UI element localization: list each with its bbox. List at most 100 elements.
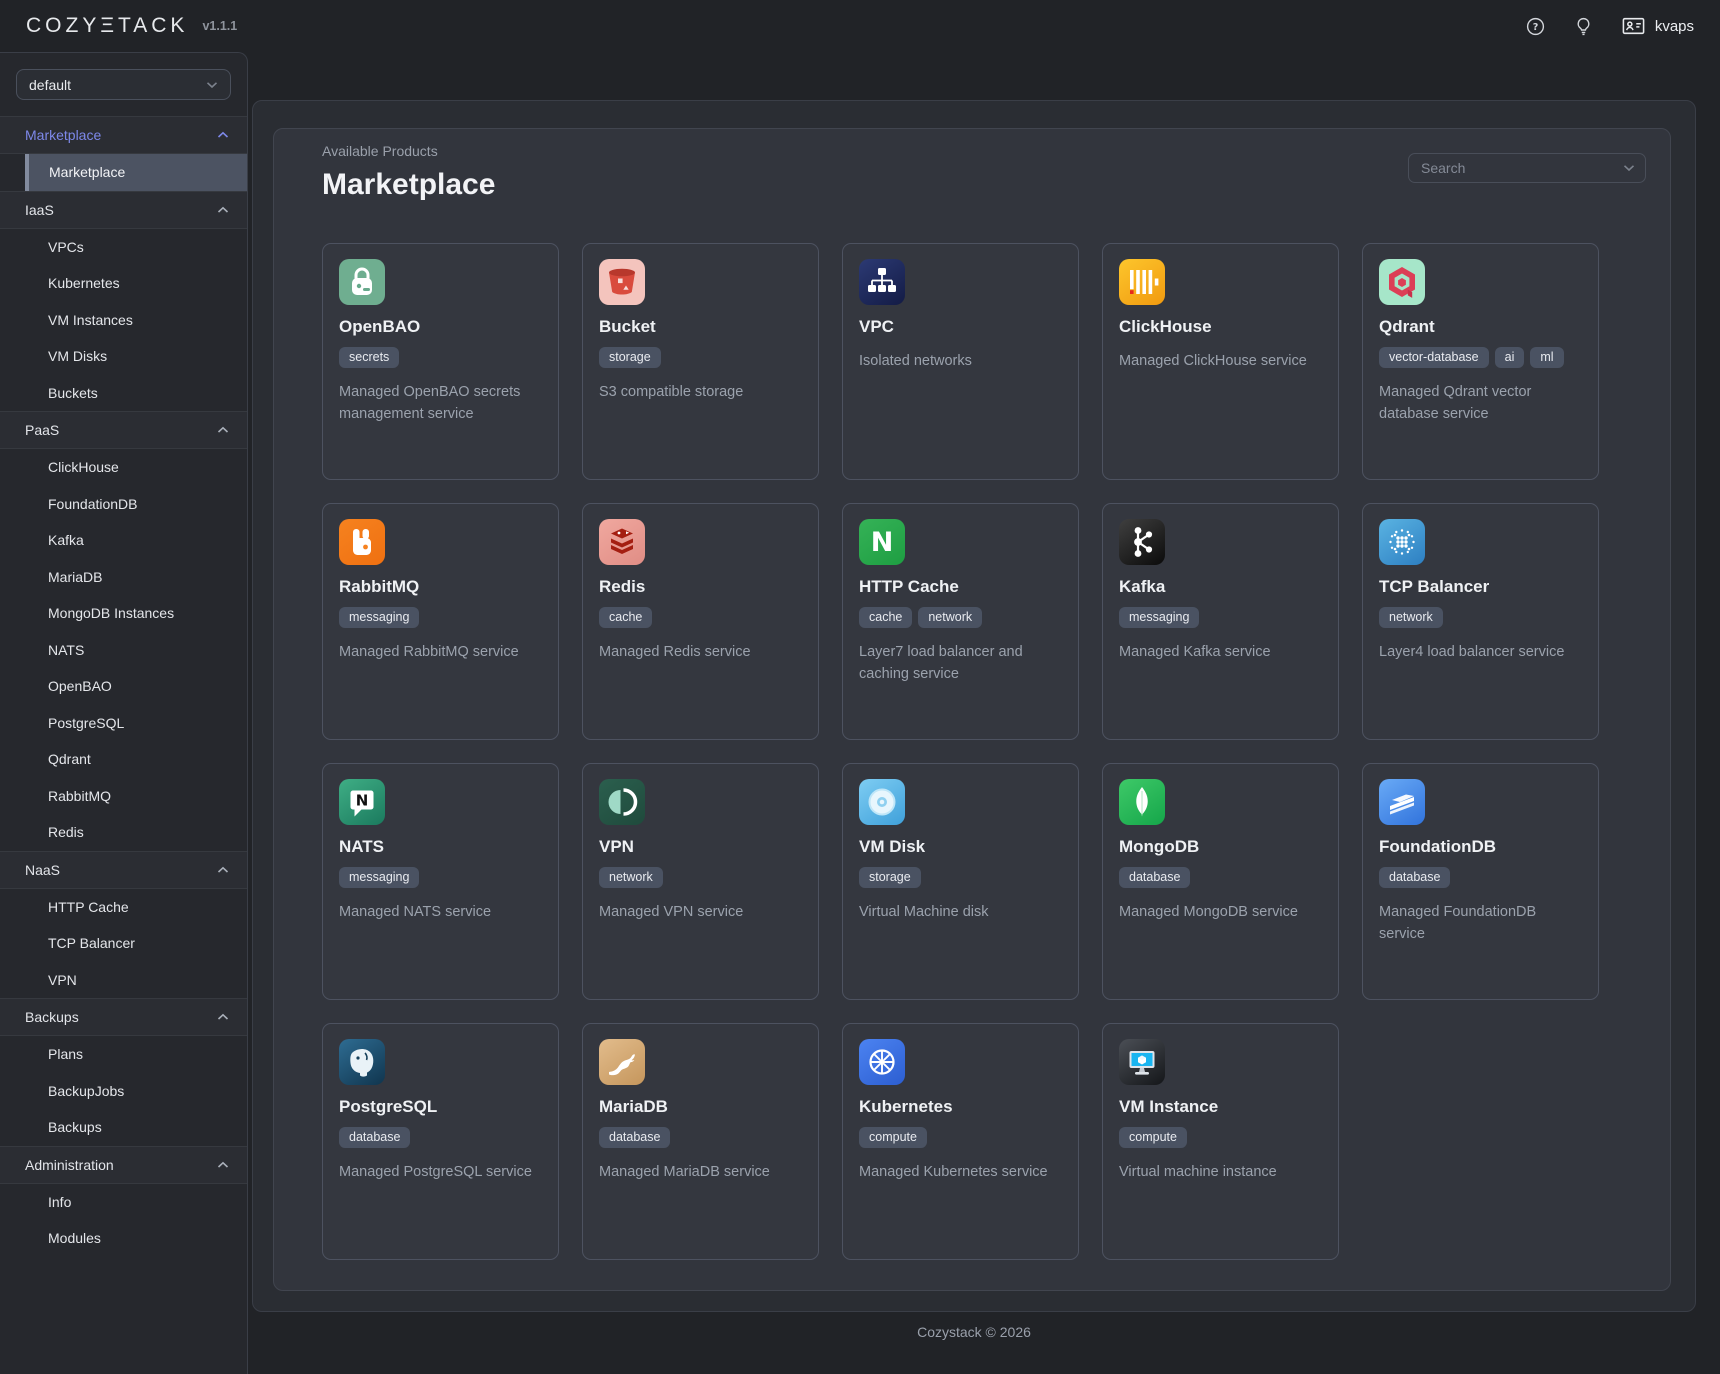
content-panel: Available Products Marketplace OpenBAOse… — [273, 128, 1671, 1291]
sidebar-item-rabbitmq[interactable]: RabbitMQ — [0, 778, 247, 815]
product-description: Managed MariaDB service — [599, 1161, 802, 1183]
chevron-down-icon — [206, 81, 218, 89]
product-card-tcp-balancer[interactable]: TCP BalancernetworkLayer4 load balancer … — [1362, 503, 1599, 740]
sidebar-item-redis[interactable]: Redis — [0, 814, 247, 851]
sidebar-item-postgresql[interactable]: PostgreSQL — [0, 705, 247, 742]
product-card-vpn[interactable]: VPN network Managed VPN service — [582, 763, 819, 1000]
sidebar-item-vm-instances[interactable]: VM Instances — [0, 302, 247, 339]
sidebar-item-qdrant[interactable]: Qdrant — [0, 741, 247, 778]
svg-text:N: N — [356, 792, 369, 810]
sidebar-item-openbao[interactable]: OpenBAO — [0, 668, 247, 705]
product-card-vm-disk[interactable]: VM DiskstorageVirtual Machine disk — [842, 763, 1079, 1000]
chevron-up-icon — [217, 131, 229, 139]
product-card-http-cache[interactable]: NHTTP CachecachenetworkLayer7 load balan… — [842, 503, 1079, 740]
product-card-qdrant[interactable]: Qdrantvector-databaseaimlManaged Qdrant … — [1362, 243, 1599, 480]
product-description: Managed Kafka service — [1119, 641, 1322, 663]
chevron-up-icon — [217, 1013, 229, 1021]
product-title: VM Disk — [859, 837, 1062, 857]
sidebar-item-vpn[interactable]: VPN — [0, 962, 247, 999]
product-tags: network — [1379, 607, 1582, 628]
tag-database: database — [339, 1127, 410, 1148]
product-card-foundationdb[interactable]: FoundationDBdatabaseManaged FoundationDB… — [1362, 763, 1599, 1000]
product-description: Managed NATS service — [339, 901, 542, 923]
sidebar-section-paas[interactable]: PaaS — [0, 411, 247, 449]
product-card-mongodb[interactable]: MongoDBdatabaseManaged MongoDB service — [1102, 763, 1339, 1000]
section-label: NaaS — [25, 862, 60, 878]
sidebar-item-mongodb-instances[interactable]: MongoDB Instances — [0, 595, 247, 632]
sidebar-item-backups[interactable]: Backups — [0, 1109, 247, 1146]
product-card-openbao[interactable]: OpenBAO secrets Managed OpenBAO secrets ma… — [322, 243, 559, 480]
sidebar-item-info[interactable]: Info — [0, 1184, 247, 1221]
app-version: v1.1.1 — [202, 19, 237, 33]
product-card-rabbitmq[interactable]: RabbitMQmessagingManaged RabbitMQ servic… — [322, 503, 559, 740]
sidebar-section-backups[interactable]: Backups — [0, 998, 247, 1036]
product-card-mariadb[interactable]: MariaDBdatabaseManaged MariaDB service — [582, 1023, 819, 1260]
sidebar-item-kubernetes[interactable]: Kubernetes — [0, 265, 247, 302]
sidebar-section-iaas[interactable]: IaaS — [0, 191, 247, 229]
sidebar-item-backupjobs[interactable]: BackupJobs — [0, 1073, 247, 1110]
product-tags: database — [599, 1127, 802, 1148]
tag-network: network — [918, 607, 982, 628]
product-card-vm-instance[interactable]: VM InstancecomputeVirtual machine instan… — [1102, 1023, 1339, 1260]
lightbulb-icon[interactable] — [1573, 16, 1594, 37]
section-label: IaaS — [25, 202, 54, 218]
sidebar-item-modules[interactable]: Modules — [0, 1220, 247, 1257]
svg-text:N: N — [871, 527, 894, 558]
product-card-postgresql[interactable]: PostgreSQLdatabaseManaged PostgreSQL ser… — [322, 1023, 559, 1260]
sidebar-section-naas[interactable]: NaaS — [0, 851, 247, 889]
product-card-clickhouse[interactable]: ClickHouseManaged ClickHouse service — [1102, 243, 1339, 480]
tag-database: database — [599, 1127, 670, 1148]
sidebar-item-clickhouse[interactable]: ClickHouse — [0, 449, 247, 486]
kafka-logo-icon — [1119, 519, 1165, 565]
vm-disk-logo-icon — [859, 779, 905, 825]
product-title: OpenBAO — [339, 317, 542, 337]
tag-cache: cache — [859, 607, 912, 628]
product-tags: network — [599, 867, 802, 888]
chevron-up-icon — [217, 206, 229, 214]
sidebar-item-buckets[interactable]: Buckets — [0, 375, 247, 412]
sidebar-item-mariadb[interactable]: MariaDB — [0, 559, 247, 596]
sidebar-section-marketplace[interactable]: Marketplace — [0, 116, 247, 154]
product-description: Managed OpenBAO secrets management servi… — [339, 381, 542, 425]
product-card-kubernetes[interactable]: KubernetescomputeManaged Kubernetes serv… — [842, 1023, 1079, 1260]
product-title: Qdrant — [1379, 317, 1582, 337]
product-title: FoundationDB — [1379, 837, 1582, 857]
product-description: Managed VPN service — [599, 901, 802, 923]
product-description: Managed Kubernetes service — [859, 1161, 1062, 1183]
sidebar-item-plans[interactable]: Plans — [0, 1036, 247, 1073]
project-select[interactable]: default — [16, 69, 231, 100]
product-card-redis[interactable]: RediscacheManaged Redis service — [582, 503, 819, 740]
sidebar-item-tcp-balancer[interactable]: TCP Balancer — [0, 925, 247, 962]
product-card-nats[interactable]: NNATSmessagingManaged NATS service — [322, 763, 559, 1000]
tag-secrets: secrets — [339, 347, 399, 368]
sidebar-section-administration[interactable]: Administration — [0, 1146, 247, 1184]
sidebar-item-foundationdb[interactable]: FoundationDB — [0, 486, 247, 523]
product-card-bucket[interactable]: BucketstorageS3 compatible storage — [582, 243, 819, 480]
product-description: Managed FoundationDB service — [1379, 901, 1582, 945]
redis-logo-icon — [599, 519, 645, 565]
sidebar-item-marketplace[interactable]: Marketplace — [25, 154, 247, 191]
tag-ai: ai — [1495, 347, 1525, 368]
product-title: VPN — [599, 837, 802, 857]
sidebar-item-nats[interactable]: NATS — [0, 632, 247, 669]
tag-vector-database: vector-database — [1379, 347, 1489, 368]
mariadb-logo-icon — [599, 1039, 645, 1085]
product-card-kafka[interactable]: KafkamessagingManaged Kafka service — [1102, 503, 1339, 740]
sidebar-item-http-cache[interactable]: HTTP Cache — [0, 889, 247, 926]
search-input[interactable] — [1421, 160, 1623, 176]
product-description: Virtual Machine disk — [859, 901, 1062, 923]
help-icon[interactable]: ? — [1525, 16, 1546, 37]
tag-network: network — [599, 867, 663, 888]
bucket-logo-icon — [599, 259, 645, 305]
product-card-vpc[interactable]: VPCIsolated networks — [842, 243, 1079, 480]
sidebar-item-kafka[interactable]: Kafka — [0, 522, 247, 559]
sidebar-item-vpcs[interactable]: VPCs — [0, 229, 247, 266]
foundationdb-logo-icon — [1379, 779, 1425, 825]
tag-messaging: messaging — [1119, 607, 1199, 628]
section-label: Backups — [25, 1009, 79, 1025]
user-menu[interactable]: kvaps — [1621, 15, 1694, 37]
sidebar-item-vm-disks[interactable]: VM Disks — [0, 338, 247, 375]
product-description: Managed ClickHouse service — [1119, 350, 1322, 372]
sidebar: default MarketplaceMarketplace IaaS VPCsKu… — [0, 52, 248, 1374]
tag-cache: cache — [599, 607, 652, 628]
